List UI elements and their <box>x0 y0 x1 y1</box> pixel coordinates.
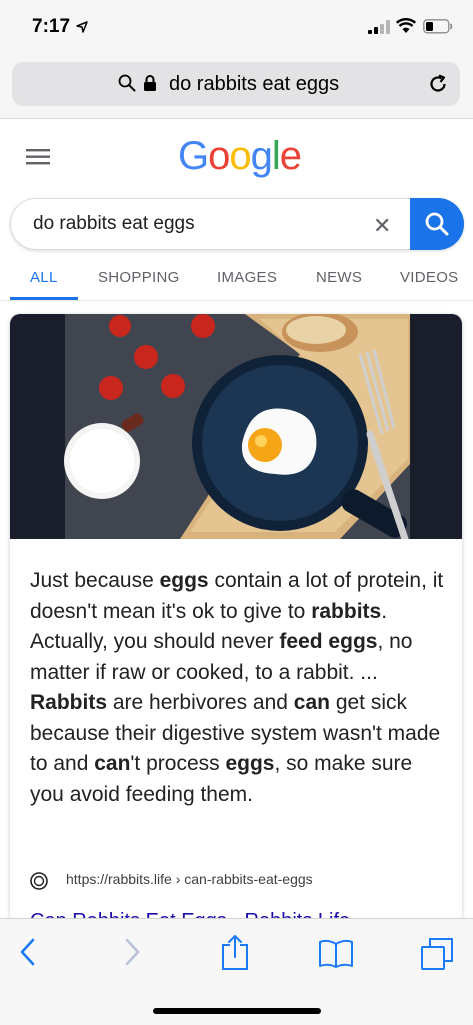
lock-icon <box>144 75 156 91</box>
source-link[interactable]: https://rabbits.life › can-rabbits-eat-e… <box>30 870 450 892</box>
address-bar[interactable]: do rabbits eat eggs <box>12 62 460 106</box>
share-icon[interactable] <box>220 933 250 971</box>
status-bar: 7:17 <box>0 0 473 56</box>
hamburger-menu-icon[interactable] <box>26 148 50 166</box>
search-icon <box>118 74 136 92</box>
wifi-icon <box>396 18 416 33</box>
snippet-bold-term: rabbits <box>311 599 382 623</box>
search-query-text[interactable]: do rabbits eat eggs <box>33 213 195 235</box>
featured-snippet-card: Just because eggs contain a lot of prote… <box>10 314 462 954</box>
battery-icon <box>423 19 453 34</box>
google-search-box[interactable]: do rabbits eat eggs ✕ <box>10 198 464 250</box>
snippet-segment: are herbivores and <box>107 691 294 714</box>
tab-images[interactable]: IMAGES <box>217 269 277 286</box>
search-icon <box>425 212 449 236</box>
logo-letter: G <box>178 134 209 178</box>
address-text: do rabbits eat eggs <box>169 73 340 95</box>
active-tab-indicator <box>10 297 78 300</box>
site-favicon-icon <box>30 872 48 890</box>
featured-image[interactable] <box>10 314 462 539</box>
back-icon[interactable] <box>18 937 36 967</box>
search-tabs: ALL SHOPPING IMAGES NEWS VIDEOS <box>0 262 473 301</box>
snippet-bold-term: can <box>94 752 131 775</box>
snippet-segment: 't process <box>130 752 226 775</box>
snippet-bold-term: can <box>293 691 330 714</box>
status-time: 7:17 <box>32 16 71 37</box>
logo-letter: o <box>208 134 230 178</box>
forward-icon[interactable] <box>124 937 142 967</box>
snippet-bold-term: eggs <box>225 752 275 775</box>
logo-letter: g <box>250 134 273 178</box>
snippet-bold-term: eggs <box>159 569 209 592</box>
cellular-signal-icon <box>368 20 390 34</box>
snippet-bold-term: Rabbits <box>30 691 108 714</box>
tab-news[interactable]: NEWS <box>316 269 362 286</box>
snippet-text: Just because eggs contain a lot of prote… <box>30 566 445 810</box>
logo-letter: e <box>279 134 302 178</box>
reload-icon[interactable] <box>427 73 449 95</box>
search-button[interactable] <box>410 198 464 250</box>
clear-icon[interactable]: ✕ <box>373 213 391 239</box>
home-indicator[interactable] <box>153 1008 321 1014</box>
tab-videos[interactable]: VIDEOS <box>400 269 458 286</box>
tabs-icon[interactable] <box>420 937 454 971</box>
safari-address-bar-area: do rabbits eat eggs <box>0 56 473 119</box>
logo-letter: l <box>271 134 281 178</box>
logo-letter: o <box>229 134 251 178</box>
tab-shopping[interactable]: SHOPPING <box>98 269 180 286</box>
snippet-segment: Just because <box>30 569 160 592</box>
bookmarks-icon[interactable] <box>318 939 354 969</box>
tab-all[interactable]: ALL <box>30 269 58 286</box>
google-logo[interactable]: Google <box>178 134 302 179</box>
snippet-bold-term: feed eggs <box>279 630 378 653</box>
source-url[interactable]: https://rabbits.life › can-rabbits-eat-e… <box>66 871 313 887</box>
location-arrow-icon <box>76 21 88 33</box>
